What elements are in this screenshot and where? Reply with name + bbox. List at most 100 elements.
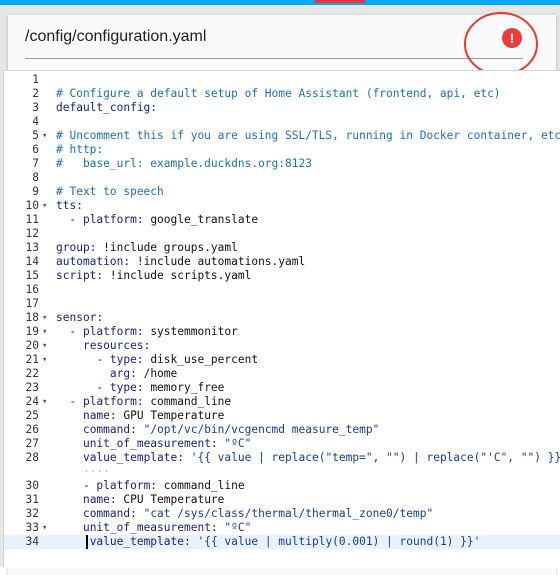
code-token: - type:	[96, 353, 151, 366]
code-token: automation:	[56, 255, 137, 268]
code-token: arg:	[109, 367, 144, 380]
line-number: 20	[25, 339, 39, 352]
editor-line[interactable]: 14 automation: !include automations.yaml	[4, 255, 560, 269]
editor-line[interactable]: 5 ▾ # Uncomment this if you are using SSL/…	[4, 129, 560, 143]
line-code: arg: /home	[56, 367, 177, 381]
editor-line[interactable]: 19 ▾ - platform: systemmonitor	[4, 325, 560, 339]
code-token: memory_free	[150, 381, 225, 394]
editor-line[interactable]: 3 default_config:	[4, 101, 560, 115]
line-code: unit_of_measurement: "ºC"	[56, 437, 251, 451]
line-number: 1	[32, 73, 39, 86]
code-token: command:	[82, 423, 144, 436]
line-number: 11	[25, 213, 39, 226]
line-code: sensor:	[56, 311, 103, 325]
editor-line[interactable]: 18 ▾ sensor:	[4, 311, 560, 325]
editor-line[interactable]: 13 group: !include groups.yaml	[4, 241, 560, 255]
editor-line[interactable]: 25 name: GPU Temperature	[4, 409, 560, 423]
code-editor[interactable]: 1 2 # Configure a default setup of Home As…	[3, 70, 560, 568]
editor-line[interactable]: 11 - platform: google_translate	[4, 213, 560, 227]
fold-toggle-icon[interactable]: ▾	[42, 353, 52, 367]
line-code: default_config:	[56, 101, 157, 115]
code-token: unit_of_measurement:	[82, 521, 225, 534]
editor-line[interactable]: 2 # Configure a default setup of Home Ass…	[4, 87, 560, 101]
line-number: 31	[25, 493, 39, 506]
editor-line[interactable]: 9 # Text to speech	[4, 185, 560, 199]
fold-toggle-icon[interactable]: ▾	[42, 311, 52, 325]
editor-line[interactable]: 22 arg: /home	[4, 367, 560, 381]
editor-line[interactable]: 6 # http:	[4, 143, 560, 157]
code-token: unit_of_measurement:	[82, 437, 225, 450]
line-code: - platform: systemmonitor	[56, 325, 238, 339]
code-token: google_translate	[150, 213, 259, 226]
code-token: disk_use_percent	[150, 353, 259, 366]
fold-toggle-icon[interactable]: ▾	[42, 339, 52, 353]
file-path-text: /config/configuration.yaml	[25, 28, 207, 45]
line-number: 5	[32, 129, 39, 142]
editor-line[interactable]: 1	[4, 73, 560, 87]
editor-line[interactable]: 12	[4, 227, 560, 241]
editor-line[interactable]: 32 command: "cat /sys/class/thermal/ther…	[4, 507, 560, 521]
code-token: value_template:	[89, 535, 198, 548]
editor-line[interactable]: 24 ▾ - platform: command_line	[4, 395, 560, 409]
line-number: 30	[25, 479, 39, 492]
editor-line[interactable]: 28 value_template: '{{ value | replace("…	[4, 451, 560, 465]
line-code: - platform: command_line	[56, 479, 245, 493]
code-token: default_config:	[56, 101, 158, 114]
editor-line[interactable]: 16	[4, 283, 560, 297]
editor-line[interactable]: ····	[4, 465, 560, 479]
code-token: name:	[82, 409, 124, 422]
line-number: 12	[25, 227, 39, 240]
editor-line[interactable]: 26 command: "/opt/vc/bin/vcgencmd measur…	[4, 423, 560, 437]
editor-line[interactable]: 17	[4, 297, 560, 311]
editor-line[interactable]: 30 - platform: command_line	[4, 479, 560, 493]
code-token: systemmonitor	[150, 325, 238, 338]
code-token: # Configure a default setup of Home Assi…	[56, 87, 501, 100]
editor-line[interactable]: 15 script: !include scripts.yaml	[4, 269, 560, 283]
line-code: automation: !include automations.yaml	[56, 255, 305, 269]
code-token: name:	[82, 493, 124, 506]
error-alert-icon[interactable]: !	[502, 28, 522, 48]
editor-line[interactable]: 4	[4, 115, 560, 129]
editor-line[interactable]: 23 - type: memory_free	[4, 381, 560, 395]
editor-line[interactable]: 7 # base_url: example.duckdns.org:8123	[4, 157, 560, 171]
line-code: group: !include groups.yaml	[56, 241, 238, 255]
editor-line[interactable]: 34 value_template: '{{ value | multiply(…	[4, 535, 560, 549]
code-token: - platform:	[69, 325, 151, 338]
line-number: 23	[25, 381, 39, 394]
line-number: 8	[32, 171, 39, 184]
code-token: !include groups.yaml	[103, 241, 238, 254]
code-token: "ºC"	[224, 521, 252, 534]
editor-line[interactable]: 10 ▾ tts:	[4, 199, 560, 213]
code-token: command_line	[163, 479, 245, 492]
fold-toggle-icon[interactable]: ▾	[42, 199, 52, 213]
code-token: # http:	[56, 143, 104, 156]
editor-line[interactable]: 21 ▾ - type: disk_use_percent	[4, 353, 560, 367]
line-code: value_template: '{{ value | multiply(0.0…	[56, 535, 481, 549]
code-token: resources:	[82, 339, 151, 352]
file-path-field[interactable]: /config/configuration.yaml	[25, 28, 523, 59]
code-token: # base_url: example.duckdns.org:8123	[56, 157, 312, 170]
code-token: "ºC"	[224, 437, 252, 450]
fold-toggle-icon[interactable]: ▾	[42, 395, 52, 409]
fold-toggle-icon[interactable]: ▾	[42, 521, 52, 535]
line-number: 34	[25, 535, 39, 548]
editor-line[interactable]: 8	[4, 171, 560, 185]
line-number: 33	[25, 521, 39, 534]
fold-toggle-icon[interactable]: ▾	[42, 325, 52, 339]
line-code: value_template: '{{ value | replace("tem…	[56, 451, 560, 465]
text-cursor	[86, 535, 88, 549]
editor-line[interactable]: 33 ▾ unit_of_measurement: "ºC"	[4, 521, 560, 535]
editor-line[interactable]: 31 name: CPU Temperature	[4, 493, 560, 507]
fold-toggle-icon[interactable]: ▾	[42, 129, 52, 143]
line-number: 28	[25, 451, 39, 464]
line-code: - platform: command_line	[56, 395, 231, 409]
line-number: 16	[25, 283, 39, 296]
editor-line[interactable]: 20 ▾ resources:	[4, 339, 560, 353]
editor-line[interactable]: 27 unit_of_measurement: "ºC"	[4, 437, 560, 451]
code-token: group:	[56, 241, 104, 254]
